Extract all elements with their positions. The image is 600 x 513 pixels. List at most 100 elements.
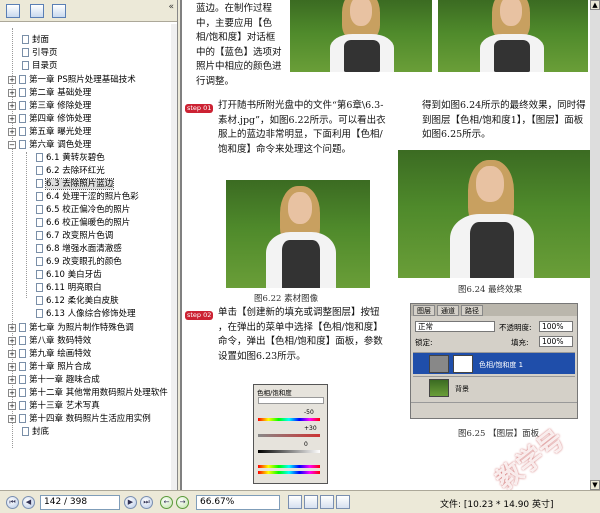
pdf-page: 蓝边。在制作过程中，主要应用【色相/饱和度】对话框中的【蓝色】选项对照片中相应的… xyxy=(182,0,590,490)
facing-view-icon[interactable] xyxy=(320,495,334,509)
layers-panel-figure: 图层 通道 路径 正常 不透明度: 100% 锁定: 填充: 100% 色相/饱… xyxy=(410,303,578,419)
tree-item-section[interactable]: 6.1 黄转灰碧色 xyxy=(36,152,105,165)
tree-item-chapter-11[interactable]: + 第十一章 趣味合成 xyxy=(8,374,100,387)
tree-item-chapter-10[interactable]: + 第十章 照片合成 xyxy=(8,361,91,374)
page-icon xyxy=(36,270,43,279)
tree-item-back-cover[interactable]: 封底 xyxy=(22,426,49,439)
tree-item-chapter-3[interactable]: + 第三章 修除处理 xyxy=(8,100,91,113)
tree-item-section[interactable]: 6.7 改变照片色调 xyxy=(36,230,113,243)
delete-icon[interactable] xyxy=(6,4,20,18)
tab-paths: 路径 xyxy=(461,305,483,316)
sidebar-scrollbar[interactable] xyxy=(171,24,177,490)
collapse-icon[interactable]: − xyxy=(8,140,16,149)
page-number-field[interactable]: 142 / 398 xyxy=(40,495,120,510)
collapse-panel-icon[interactable]: « xyxy=(168,2,174,12)
tree-item-section[interactable]: 6.2 去除环红光 xyxy=(36,165,105,178)
tree-item-toc[interactable]: 目录页 xyxy=(22,60,58,73)
first-page-icon[interactable]: ⏮ xyxy=(6,496,19,509)
tree-item-chapter-1[interactable]: + 第一章 PS照片处理基础技术 xyxy=(8,74,136,87)
zoom-field[interactable]: 66.67% xyxy=(196,495,280,510)
continuous-view-icon[interactable] xyxy=(304,495,318,509)
tab-layers: 图层 xyxy=(413,305,435,316)
expand-icon[interactable]: + xyxy=(8,401,16,410)
scroll-down-icon[interactable]: ▼ xyxy=(590,480,600,490)
next-page-icon[interactable]: ▶ xyxy=(124,496,137,509)
go-forward-icon[interactable]: → xyxy=(176,496,189,509)
expand-icon[interactable]: + xyxy=(8,127,16,136)
expand-icon[interactable]: + xyxy=(8,414,16,423)
scroll-up-icon[interactable]: ▲ xyxy=(590,0,600,10)
top-photo-after xyxy=(438,0,588,72)
page-icon xyxy=(36,153,43,162)
export-icon[interactable] xyxy=(52,4,66,18)
hue-strip-bottom xyxy=(258,471,320,474)
layers-panel-tabs: 图层 通道 路径 xyxy=(411,304,577,316)
expand-icon[interactable]: + xyxy=(8,101,16,110)
page-icon xyxy=(36,205,43,214)
page-icon xyxy=(19,88,26,97)
page-icon xyxy=(19,127,26,136)
tree-item-chapter-12[interactable]: + 第十二章 其他常用数码照片处理软件 xyxy=(8,387,168,400)
page-icon xyxy=(19,388,26,397)
tree-item-section[interactable]: 6.6 校正偏暖色的照片 xyxy=(36,217,130,230)
status-bar: ⏮ ◀ 142 / 398 ▶ ⏭ ← → 66.67% 文件: [10.23 … xyxy=(0,490,600,513)
go-back-icon[interactable]: ← xyxy=(160,496,173,509)
figure-6-22-caption: 图6.22 素材图像 xyxy=(254,294,319,304)
tree-item-section[interactable]: 6.11 明亮眼白 xyxy=(36,282,102,295)
bookmark-options-icon[interactable] xyxy=(30,4,44,18)
tree-item-cover[interactable]: 封面 xyxy=(22,34,49,47)
expand-icon[interactable]: + xyxy=(8,88,16,97)
tree-item-chapter-4[interactable]: + 第四章 修饰处理 xyxy=(8,113,91,126)
tree-item-chapter-14[interactable]: + 第十四章 数码照片生活应用实例 xyxy=(8,413,151,426)
expand-icon[interactable]: + xyxy=(8,75,16,84)
fill-value: 100% xyxy=(539,336,573,347)
last-page-icon[interactable]: ⏭ xyxy=(140,496,153,509)
person-figure xyxy=(480,0,544,72)
expand-icon[interactable]: + xyxy=(8,375,16,384)
figure-6-22-image xyxy=(226,180,370,288)
tree-item-chapter-2[interactable]: + 第二章 基础处理 xyxy=(8,87,91,100)
tree-item-section[interactable]: 6.13 人像综合修饰处理 xyxy=(36,308,136,321)
tree-item-chapter-13[interactable]: + 第十三章 艺术写真 xyxy=(8,400,100,413)
expand-icon[interactable]: + xyxy=(8,114,16,123)
tree-item-section[interactable]: 6.12 柔化美白皮肤 xyxy=(36,295,119,308)
tab-channels: 通道 xyxy=(437,305,459,316)
tree-item-intro[interactable]: 引导页 xyxy=(22,47,58,60)
page-icon xyxy=(22,48,29,57)
hue-saturation-title: 色相/饱和度 xyxy=(257,389,292,397)
page-icon xyxy=(19,401,26,410)
tree-item-chapter-7[interactable]: + 第七章 为照片制作特殊色调 xyxy=(8,322,134,335)
tree-item-chapter-8[interactable]: + 第八章 数码特效 xyxy=(8,335,91,348)
page-icon xyxy=(19,75,26,84)
tree-item-section[interactable]: 6.8 增强水面清澈感 xyxy=(36,243,122,256)
page-icon xyxy=(19,414,26,423)
previous-page-icon[interactable]: ◀ xyxy=(22,496,35,509)
expand-icon[interactable]: + xyxy=(8,349,16,358)
tree-item-section[interactable]: 6.9 改变眼孔的颜色 xyxy=(36,256,122,269)
expand-icon[interactable]: + xyxy=(8,362,16,371)
lock-label: 锁定: xyxy=(415,338,433,347)
page-icon xyxy=(36,218,43,227)
tree-item-chapter-9[interactable]: + 第九章 绘画特效 xyxy=(8,348,91,361)
tree-item-section[interactable]: 6.5 校正偏冷色的照片 xyxy=(36,204,130,217)
hue-slider xyxy=(258,418,320,421)
page-icon xyxy=(22,35,29,44)
expand-icon[interactable]: + xyxy=(8,388,16,397)
page-icon xyxy=(36,296,43,305)
layer-background: 背景 xyxy=(413,376,575,398)
expand-icon[interactable]: + xyxy=(8,323,16,332)
continuous-facing-view-icon[interactable] xyxy=(336,495,350,509)
tree-item-section[interactable]: 6.4 处理干涩的照片色彩 xyxy=(36,191,139,204)
single-page-view-icon[interactable] xyxy=(288,495,302,509)
document-view: 蓝边。在制作过程中，主要应用【色相/饱和度】对话框中的【蓝色】选项对照片中相应的… xyxy=(180,0,600,490)
document-scrollbar[interactable]: ▲ ▼ xyxy=(590,0,600,490)
page-icon xyxy=(36,283,43,292)
hue-strip-top xyxy=(258,465,320,468)
tree-item-chapter-6[interactable]: − 第六章 调色处理 xyxy=(8,139,91,152)
intro-paragraph: 蓝边。在制作过程中，主要应用【色相/饱和度】对话框中的【蓝色】选项对照片中相应的… xyxy=(196,3,282,87)
tree-item-section-selected[interactable]: 6.3 去除照片蓝边 xyxy=(36,178,115,191)
tree-item-chapter-5[interactable]: + 第五章 曝光处理 xyxy=(8,126,91,139)
page-icon xyxy=(36,231,43,240)
tree-item-section[interactable]: 6.10 美白牙齿 xyxy=(36,269,102,282)
expand-icon[interactable]: + xyxy=(8,336,16,345)
